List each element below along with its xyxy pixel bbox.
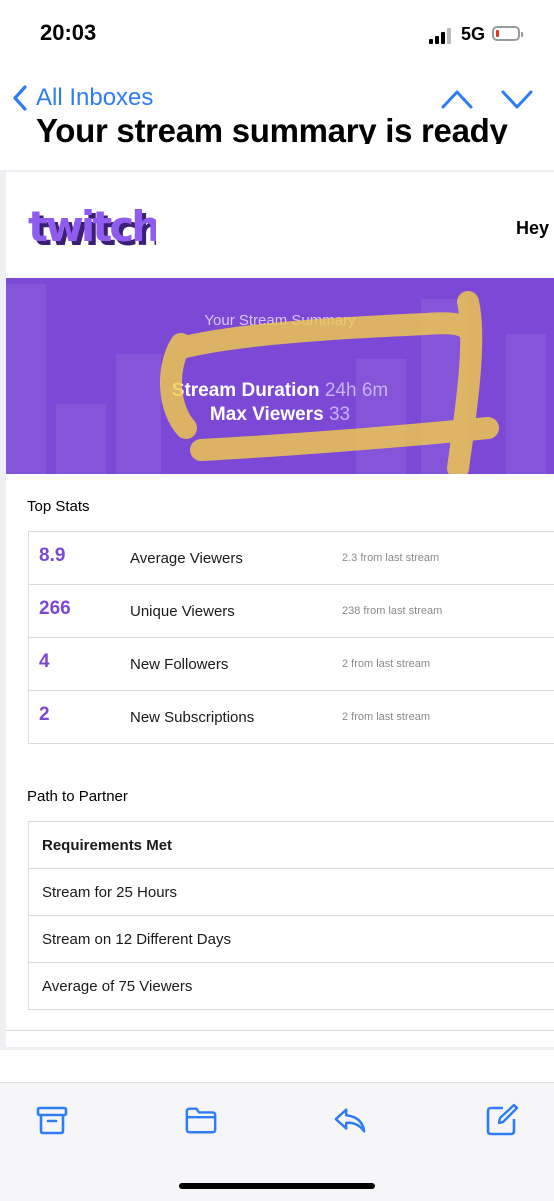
greeting: Hey xyxy=(516,218,550,238)
archive-icon[interactable] xyxy=(35,1103,69,1137)
path-to-partner-heading: Path to Partner xyxy=(27,788,128,805)
twitch-logo: twitch twitch xyxy=(28,206,156,252)
stat-delta: 238 from last stream xyxy=(342,605,443,617)
stat-value: 2 xyxy=(39,704,50,725)
stat-value: 4 xyxy=(39,651,50,672)
table-row: 266 Unique Viewers 238 from last stream xyxy=(29,585,554,638)
cellular-signal-icon xyxy=(429,28,455,44)
battery-icon xyxy=(492,26,523,41)
previous-message-chevron-up-icon[interactable] xyxy=(440,88,474,110)
top-stats-heading: Top Stats xyxy=(27,498,90,515)
stat-delta: 2 from last stream xyxy=(342,658,431,670)
table-row: 4 New Followers 2 from last stream xyxy=(29,638,554,691)
svg-text:twitch: twitch xyxy=(28,206,156,251)
status-time: 20:03 xyxy=(40,20,97,45)
list-item: Average of 75 Viewers xyxy=(42,978,193,995)
stat-label: New Subscriptions xyxy=(130,709,255,726)
back-button[interactable]: All Inboxes xyxy=(12,84,153,112)
stat-value: 266 xyxy=(39,598,71,619)
list-item: Stream for 25 Hours xyxy=(29,869,554,916)
table-row: 8.9 Average Viewers 2.3 from last stream xyxy=(29,532,554,585)
stat-value: 8.9 xyxy=(39,545,66,566)
list-item: Stream on 12 Different Days xyxy=(29,916,554,963)
stream-summary-banner: Your Stream Summary Stream Duration 24h … xyxy=(6,278,554,474)
stat-label: New Followers xyxy=(130,656,229,673)
email-body: twitch twitch Hey Your Stream Summary St… xyxy=(6,172,554,1047)
network-type: 5G xyxy=(461,24,486,44)
message-subject: Your stream summary is ready xyxy=(36,116,508,144)
status-bar: 20:03 5G xyxy=(0,0,554,70)
requirements-table: Requirements Met Stream for 25 Hours Str… xyxy=(28,821,554,1010)
yellow-highlight-annotation xyxy=(160,291,499,474)
next-message-chevron-down-icon[interactable] xyxy=(500,88,534,110)
chevron-left-icon xyxy=(13,85,27,111)
folder-icon[interactable] xyxy=(184,1103,218,1137)
table-row: 2 New Subscriptions 2 from last stream xyxy=(29,691,554,743)
back-label: All Inboxes xyxy=(36,84,154,111)
stat-delta: 2 from last stream xyxy=(342,711,431,723)
compose-icon[interactable] xyxy=(485,1103,519,1137)
reply-icon[interactable] xyxy=(333,1103,367,1137)
stat-label: Average Viewers xyxy=(130,550,243,567)
requirements-header: Requirements Met xyxy=(29,822,554,869)
stat-delta: 2.3 from last stream xyxy=(342,552,440,564)
home-indicator xyxy=(179,1183,375,1189)
divider xyxy=(6,1030,554,1031)
stat-label: Unique Viewers xyxy=(130,603,235,620)
top-stats-table: 8.9 Average Viewers 2.3 from last stream… xyxy=(28,531,554,744)
